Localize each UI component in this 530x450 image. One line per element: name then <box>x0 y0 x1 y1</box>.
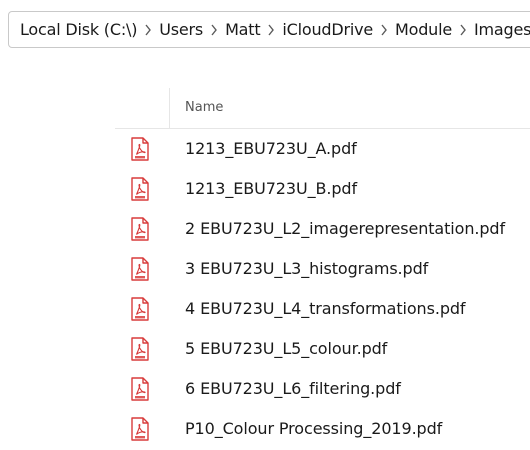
list-item[interactable]: P10_Colour Processing_2019.pdf <box>115 409 530 449</box>
pdf-file-icon <box>130 417 150 441</box>
file-name[interactable]: 2 EBU723U_L2_imagerepresentation.pdf <box>185 219 505 238</box>
file-name[interactable]: 1213_EBU723U_B.pdf <box>185 179 357 198</box>
list-item[interactable]: 1213_EBU723U_A.pdf <box>115 129 530 169</box>
column-header-row: Name <box>115 88 530 129</box>
file-name[interactable]: P10_Colour Processing_2019.pdf <box>185 419 442 438</box>
list-item[interactable]: 3 EBU723U_L3_histograms.pdf <box>115 249 530 289</box>
list-item[interactable]: 4 EBU723U_L4_transformations.pdf <box>115 289 530 329</box>
file-rows: 1213_EBU723U_A.pdf 1213_EBU723U_B.pdf 2 EB… <box>115 129 530 449</box>
breadcrumb-item-matt[interactable]: Matt <box>225 20 261 39</box>
file-name[interactable]: 4 EBU723U_L4_transformations.pdf <box>185 299 466 318</box>
list-item[interactable]: 1213_EBU723U_B.pdf <box>115 169 530 209</box>
breadcrumb-item-module[interactable]: Module <box>395 20 452 39</box>
pdf-file-icon <box>130 257 150 281</box>
file-name[interactable]: 1213_EBU723U_A.pdf <box>185 139 357 158</box>
breadcrumb-item-users[interactable]: Users <box>159 20 203 39</box>
pdf-file-icon <box>130 137 150 161</box>
file-name[interactable]: 3 EBU723U_L3_histograms.pdf <box>185 259 428 278</box>
chevron-right-icon[interactable] <box>373 21 395 39</box>
column-header-name[interactable]: Name <box>185 100 223 115</box>
breadcrumb-item-iclouddrive[interactable]: iCloudDrive <box>282 20 373 39</box>
pdf-file-icon <box>130 297 150 321</box>
file-explorer-window: Local Disk (C:\) Users Matt iCloudDrive … <box>0 0 530 450</box>
chevron-right-icon[interactable] <box>203 21 225 39</box>
breadcrumb-item-images[interactable]: Images <box>474 20 530 39</box>
chevron-right-icon[interactable] <box>137 21 159 39</box>
list-item[interactable]: 6 EBU723U_L6_filtering.pdf <box>115 369 530 409</box>
list-item[interactable]: 5 EBU723U_L5_colour.pdf <box>115 329 530 369</box>
chevron-right-icon[interactable] <box>452 21 474 39</box>
pdf-file-icon <box>130 217 150 241</box>
chevron-right-icon[interactable] <box>260 21 282 39</box>
pdf-file-icon <box>130 337 150 361</box>
breadcrumb-item-local-disk[interactable]: Local Disk (C:\) <box>20 20 137 39</box>
column-divider[interactable] <box>169 88 170 128</box>
list-item[interactable]: 2 EBU723U_L2_imagerepresentation.pdf <box>115 209 530 249</box>
pdf-file-icon <box>130 177 150 201</box>
file-name[interactable]: 6 EBU723U_L6_filtering.pdf <box>185 379 401 398</box>
file-list: Name 1213_EBU723U_A.pdf 1213_EBU723U_B.pd… <box>115 88 530 449</box>
file-name[interactable]: 5 EBU723U_L5_colour.pdf <box>185 339 387 358</box>
breadcrumb[interactable]: Local Disk (C:\) Users Matt iCloudDrive … <box>8 11 530 48</box>
pdf-file-icon <box>130 377 150 401</box>
